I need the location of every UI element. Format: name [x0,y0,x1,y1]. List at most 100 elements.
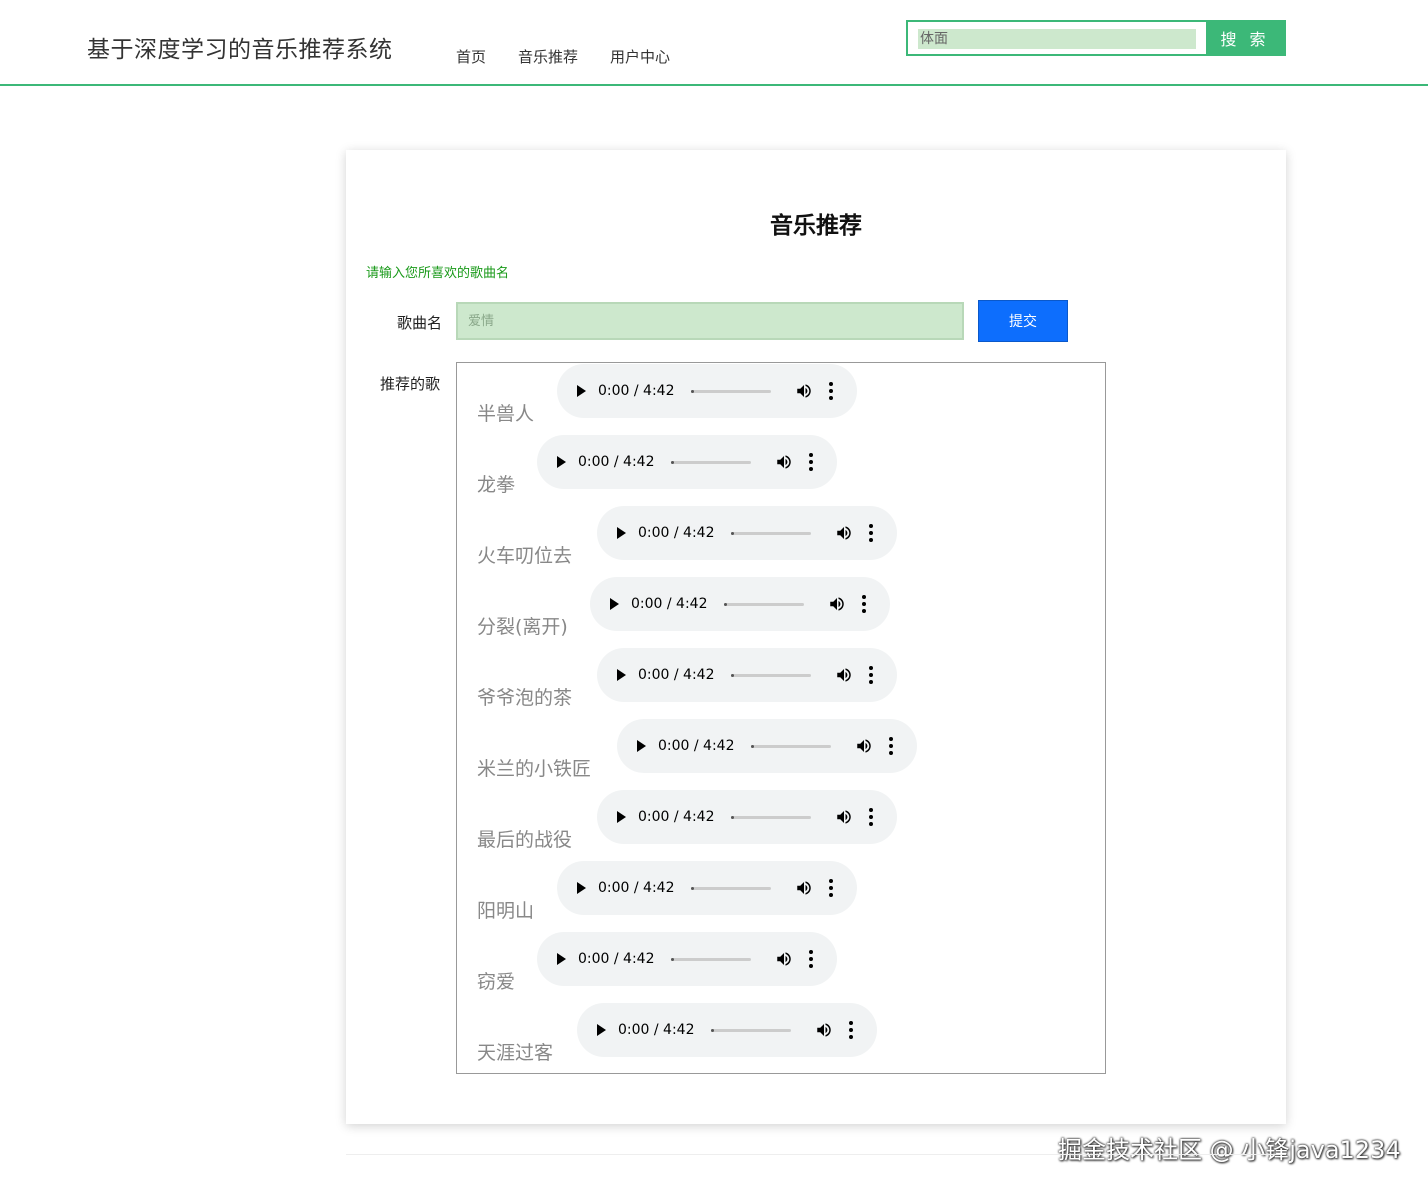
play-icon[interactable] [610,598,619,610]
audio-player[interactable]: 0:00 / 4:42 [597,648,897,702]
song-name: 天涯过客 [477,1042,554,1064]
play-icon[interactable] [637,740,646,752]
audio-time: 0:00 / 4:42 [638,667,715,683]
more-options-icon[interactable] [868,666,873,684]
nav-music-recommend[interactable]: 音乐推荐 [518,46,578,67]
song-name: 火车叨位去 [477,545,573,567]
hint-text: 请输入您所喜欢的歌曲名 [366,266,510,281]
audio-progress-slider[interactable] [723,602,804,606]
audio-time: 0:00 / 4:42 [631,596,708,612]
recommend-card: 音乐推荐 请输入您所喜欢的歌曲名 歌曲名 提交 推荐的歌 半兽人 0:00 / 4… [346,150,1286,1124]
song-name: 分裂(离开) [477,616,568,638]
song-row: 半兽人 0:00 / 4:42 [457,363,1105,434]
audio-time: 0:00 / 4:42 [638,809,715,825]
audio-time: 0:00 / 4:42 [578,951,655,967]
audio-time: 0:00 / 4:42 [618,1022,695,1038]
audio-player[interactable]: 0:00 / 4:42 [577,1003,877,1057]
more-options-icon[interactable] [808,950,813,968]
audio-progress-slider[interactable] [690,886,771,890]
play-icon[interactable] [557,953,566,965]
audio-player[interactable]: 0:00 / 4:42 [597,506,897,560]
audio-progress-fill [690,389,694,393]
audio-player[interactable]: 0:00 / 4:42 [590,577,890,631]
search-box: 搜 索 [906,20,1286,56]
recommended-songs-list: 半兽人 0:00 / 4:42 龙拳 0:00 / 4:42 火车叨位去 0:00 / 4… [456,362,1106,1074]
top-header: 基于深度学习的音乐推荐系统 首页 音乐推荐 用户中心 搜 索 [0,0,1428,86]
search-input[interactable] [918,29,1196,49]
audio-progress-slider[interactable] [730,531,811,535]
play-icon[interactable] [617,527,626,539]
song-name: 爷爷泡的茶 [477,687,573,709]
recommended-songs-label: 推荐的歌 [380,375,441,393]
volume-icon[interactable] [775,453,793,471]
audio-progress-slider[interactable] [710,1028,791,1032]
audio-time: 0:00 / 4:42 [598,880,675,896]
audio-progress-slider[interactable] [730,815,811,819]
song-row: 窃爱 0:00 / 4:42 [457,931,1105,1002]
nav-home[interactable]: 首页 [456,46,486,67]
site-title: 基于深度学习的音乐推荐系统 [87,37,393,63]
volume-icon[interactable] [835,808,853,826]
play-icon[interactable] [617,669,626,681]
audio-progress-fill [730,815,734,819]
audio-progress-slider[interactable] [690,389,771,393]
song-row: 龙拳 0:00 / 4:42 [457,434,1105,505]
volume-icon[interactable] [835,524,853,542]
audio-player[interactable]: 0:00 / 4:42 [537,435,837,489]
more-options-icon[interactable] [868,808,873,826]
audio-player[interactable]: 0:00 / 4:42 [557,861,857,915]
play-icon[interactable] [557,456,566,468]
volume-icon[interactable] [835,666,853,684]
audio-player[interactable]: 0:00 / 4:42 [597,790,897,844]
audio-time: 0:00 / 4:42 [658,738,735,754]
more-options-icon[interactable] [861,595,866,613]
audio-progress-slider[interactable] [670,460,751,464]
main-nav: 首页 音乐推荐 用户中心 [456,46,670,67]
nav-user-center[interactable]: 用户中心 [610,46,670,67]
song-row: 天涯过客 0:00 / 4:42 [457,1002,1105,1073]
audio-player[interactable]: 0:00 / 4:42 [557,364,857,418]
song-name: 最后的战役 [477,829,573,851]
audio-time: 0:00 / 4:42 [598,383,675,399]
more-options-icon[interactable] [888,737,893,755]
footer-divider [346,1154,1286,1155]
song-name: 龙拳 [477,474,516,496]
more-options-icon[interactable] [868,524,873,542]
song-name: 阳明山 [477,900,535,922]
audio-progress-slider[interactable] [670,957,751,961]
search-button[interactable]: 搜 索 [1206,22,1284,54]
more-options-icon[interactable] [808,453,813,471]
play-icon[interactable] [597,1024,606,1036]
audio-player[interactable]: 0:00 / 4:42 [617,719,917,773]
audio-progress-fill [750,744,754,748]
volume-icon[interactable] [828,595,846,613]
volume-icon[interactable] [775,950,793,968]
song-row: 最后的战役 0:00 / 4:42 [457,789,1105,860]
audio-progress-fill [710,1028,714,1032]
audio-progress-fill [670,460,674,464]
song-name-input[interactable] [456,302,964,340]
volume-icon[interactable] [855,737,873,755]
play-icon[interactable] [617,811,626,823]
more-options-icon[interactable] [828,879,833,897]
song-name: 米兰的小铁匠 [477,758,592,780]
audio-progress-fill [723,602,727,606]
more-options-icon[interactable] [848,1021,853,1039]
audio-player[interactable]: 0:00 / 4:42 [537,932,837,986]
watermark: 掘金技术社区 @ 小锋java1234 [1058,1136,1401,1164]
audio-time: 0:00 / 4:42 [638,525,715,541]
audio-progress-slider[interactable] [730,673,811,677]
song-row: 米兰的小铁匠 0:00 / 4:42 [457,718,1105,789]
volume-icon[interactable] [815,1021,833,1039]
song-row: 爷爷泡的茶 0:00 / 4:42 [457,647,1105,718]
audio-progress-slider[interactable] [750,744,831,748]
play-icon[interactable] [577,882,586,894]
audio-progress-fill [690,886,694,890]
submit-button[interactable]: 提交 [978,300,1068,342]
audio-progress-fill [670,957,674,961]
volume-icon[interactable] [795,879,813,897]
play-icon[interactable] [577,385,586,397]
more-options-icon[interactable] [828,382,833,400]
audio-time: 0:00 / 4:42 [578,454,655,470]
volume-icon[interactable] [795,382,813,400]
